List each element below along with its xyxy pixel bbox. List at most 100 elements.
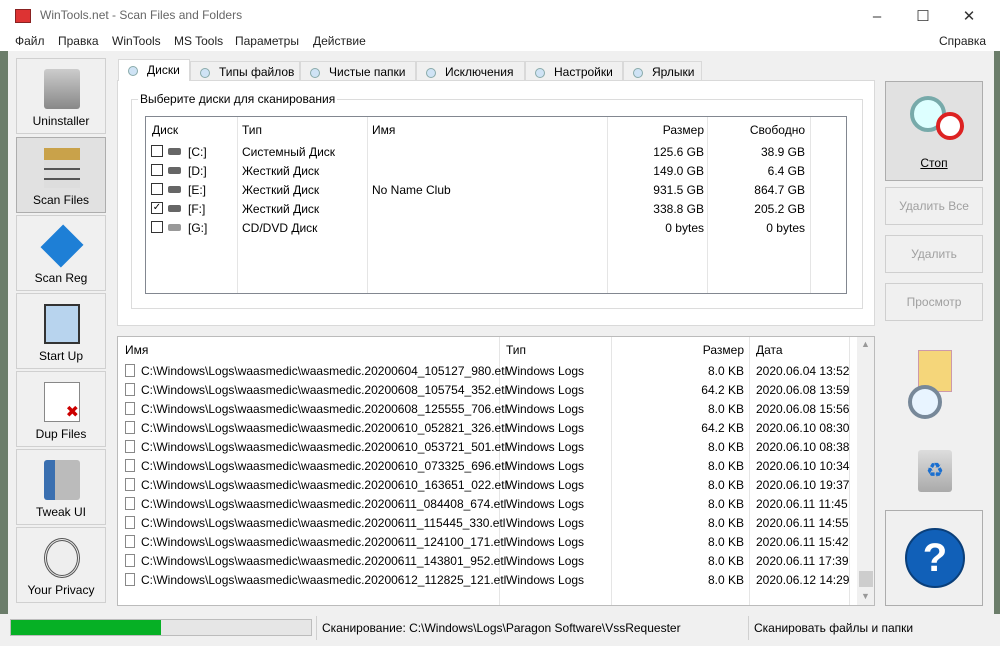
search-delete-icon[interactable] [908,385,942,419]
scroll-down-arrow[interactable]: ▼ [861,591,870,601]
tab-file-types[interactable]: Типы файлов [190,61,300,81]
col-header-size[interactable]: Размер [608,123,704,137]
tab-exclusions[interactable]: Исключения [416,61,525,81]
drive-free: 38.9 GB [760,145,805,159]
file-size: 64.2 KB [701,421,744,435]
table-row[interactable]: C:\Windows\Logs\waasmedic\waasmedic.2020… [118,551,856,570]
status-divider [316,616,317,640]
drive-free: 0 bytes [766,221,805,235]
sidebar-item-startup[interactable]: Start Up [16,293,106,369]
drive-checkbox[interactable] [151,145,163,157]
col-header-file-name[interactable]: Имя [125,343,148,357]
scroll-up-arrow[interactable]: ▲ [861,339,870,349]
status-bar: Сканирование: C:\Windows\Logs\Paragon So… [0,614,1000,646]
file-type: Windows Logs [506,478,585,492]
file-type: Windows Logs [506,402,585,416]
file-name: C:\Windows\Logs\waasmedic\waasmedic.2020… [141,364,508,378]
minimize-button[interactable]: – [854,0,900,32]
tab-settings[interactable]: Настройки [525,61,623,81]
sidebar-item-label: Scan Files [32,193,90,207]
radio-icon [535,68,545,78]
drive-checkbox[interactable]: ✓ [151,202,163,214]
menu-help[interactable]: Справка [939,34,986,48]
col-header-file-date[interactable]: Дата [756,343,783,357]
file-icon [125,516,135,529]
progress-fill [11,620,161,635]
startup-icon [44,304,80,344]
help-button[interactable]: ? [885,510,983,606]
file-size: 8.0 KB [707,402,744,416]
file-type: Windows Logs [506,535,585,549]
drives-group-label: Выберите диски для сканирования [138,92,338,106]
sidebar-item-scan-reg[interactable]: Scan Reg [16,215,106,291]
drive-letter: [D:] [188,164,207,178]
sidebar-item-scan-files[interactable]: Scan Files [16,137,106,213]
vertical-scrollbar[interactable]: ▲ ▼ [857,337,874,605]
table-row[interactable]: C:\Windows\Logs\waasmedic\waasmedic.2020… [118,418,856,437]
drives-list[interactable]: Диск Тип Имя Размер Свободно [C:] Системн… [145,116,847,294]
col-header-type[interactable]: Тип [242,123,262,137]
menu-action[interactable]: Действие [313,34,366,48]
drive-icon [168,167,181,174]
file-name: C:\Windows\Logs\waasmedic\waasmedic.2020… [141,459,508,473]
drive-checkbox[interactable] [151,183,163,195]
table-row[interactable]: C:\Windows\Logs\waasmedic\waasmedic.2020… [118,399,856,418]
file-date: 2020.06.08 13:59 [756,383,850,397]
drive-checkbox[interactable] [151,221,163,233]
tab-clean-folders[interactable]: Чистые папки [300,61,416,81]
table-row[interactable]: [D:] Жесткий Диск 149.0 GB 6.4 GB [146,161,846,180]
table-row[interactable]: C:\Windows\Logs\waasmedic\waasmedic.2020… [118,532,856,551]
table-row[interactable]: [G:] CD/DVD Диск 0 bytes 0 bytes [146,218,846,237]
file-date: 2020.06.11 14:55 [756,516,849,530]
table-row[interactable]: C:\Windows\Logs\waasmedic\waasmedic.2020… [118,513,856,532]
col-header-file-type[interactable]: Тип [506,343,526,357]
delete-all-button[interactable]: Удалить Все [885,187,983,225]
file-name: C:\Windows\Logs\waasmedic\waasmedic.2020… [141,402,508,416]
table-row[interactable]: C:\Windows\Logs\waasmedic\waasmedic.2020… [118,456,856,475]
table-row[interactable]: C:\Windows\Logs\waasmedic\waasmedic.2020… [118,437,856,456]
col-header-disk[interactable]: Диск [152,123,178,137]
drive-free: 6.4 GB [767,164,805,178]
file-icon [125,383,135,396]
table-row[interactable]: [E:] Жесткий Диск No Name Club 931.5 GB 864.… [146,180,846,199]
table-row[interactable]: [C:] Системный Диск 125.6 GB 38.9 GB [146,142,846,161]
table-row[interactable]: C:\Windows\Logs\waasmedic\waasmedic.2020… [118,380,856,399]
menu-file[interactable]: Файл [15,34,45,48]
tab-label: Ярлыки [652,65,695,79]
sidebar-item-dup-files[interactable]: ✖ Dup Files [16,371,106,447]
menu-edit[interactable]: Правка [58,34,99,48]
tab-shortcuts[interactable]: Ярлыки [623,61,702,81]
file-icon [125,535,135,548]
col-header-free[interactable]: Свободно [708,123,805,137]
table-row[interactable]: ✓ [F:] Жесткий Диск 338.8 GB 205.2 GB [146,199,846,218]
col-header-file-size[interactable]: Размер [658,343,744,357]
recycle-bin-icon[interactable]: ♻ [918,450,952,492]
drive-checkbox[interactable] [151,164,163,176]
close-button[interactable]: ✕ [946,0,992,32]
table-row[interactable]: C:\Windows\Logs\waasmedic\waasmedic.2020… [118,475,856,494]
menu-mstools[interactable]: MS Tools [174,34,223,48]
maximize-button[interactable]: ☐ [900,0,946,32]
delete-button[interactable]: Удалить [885,235,983,273]
dup-files-icon: ✖ [44,382,80,422]
drive-free: 864.7 GB [754,183,805,197]
stop-button[interactable]: Стоп [885,81,983,181]
sidebar-item-tweak-ui[interactable]: Tweak UI [16,449,106,525]
table-row[interactable]: C:\Windows\Logs\waasmedic\waasmedic.2020… [118,570,856,589]
sidebar-item-label: Tweak UI [35,505,86,519]
menu-parameters[interactable]: Параметры [235,34,299,48]
sidebar-item-your-privacy[interactable]: Your Privacy [16,527,106,603]
sidebar-item-uninstaller[interactable]: Uninstaller [16,58,106,134]
view-button[interactable]: Просмотр [885,283,983,321]
drive-size: 0 bytes [665,221,704,235]
drive-size: 149.0 GB [653,164,704,178]
file-name: C:\Windows\Logs\waasmedic\waasmedic.2020… [141,554,507,568]
file-date: 2020.06.11 11:45 [756,497,848,511]
scroll-thumb[interactable] [859,571,873,587]
tab-disks[interactable]: Диски [118,59,190,81]
files-list[interactable]: Имя Тип Размер Дата C:\Windows\Logs\waas… [117,336,875,606]
table-row[interactable]: C:\Windows\Logs\waasmedic\waasmedic.2020… [118,494,856,513]
col-header-name[interactable]: Имя [372,123,395,137]
menu-wintools[interactable]: WinTools [112,34,161,48]
table-row[interactable]: C:\Windows\Logs\waasmedic\waasmedic.2020… [118,361,856,380]
